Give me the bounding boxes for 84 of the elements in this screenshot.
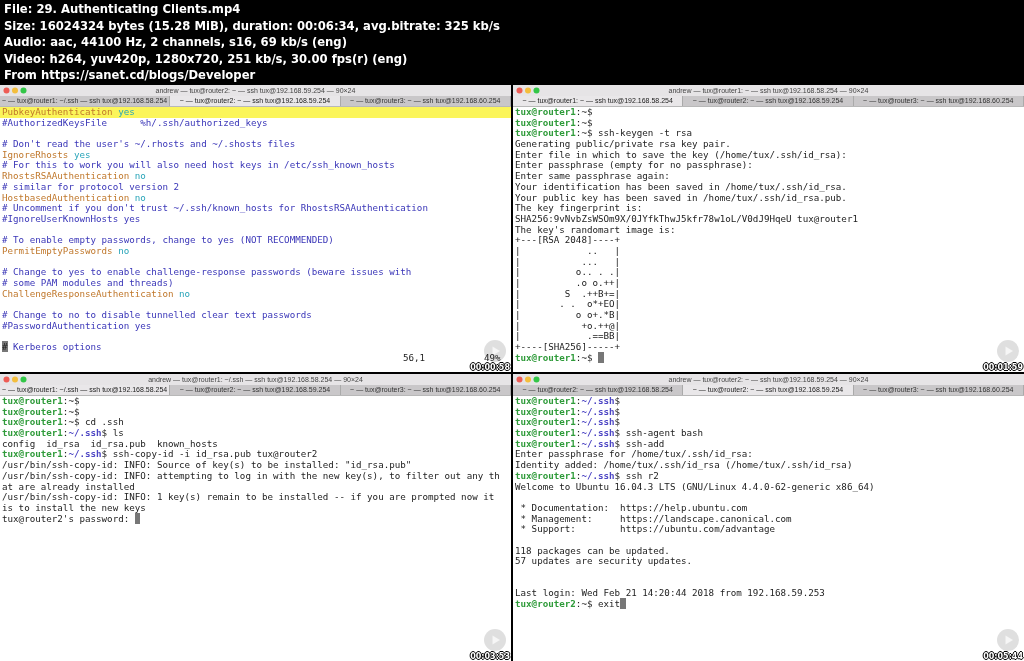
terminal-line: /usr/bin/ssh-copy-id: INFO: attempting to log in with the new key(s), to filter out any th [2, 470, 500, 482]
terminal-line: /usr/bin/ssh-copy-id: INFO: Source of key(s) to be installed: "id_rsa.pub" [2, 460, 412, 471]
terminal-line: tux@router2's password: [2, 513, 141, 525]
terminal-line: tux@router1:~$ cd .ssh [2, 417, 124, 429]
terminal-line: +----[SHA256]-----+ [515, 342, 621, 353]
terminal-line: # Change to no to disable tunnelled clear text passwords [2, 310, 312, 321]
terminal-line: Welcome to Ubuntu 16.04.3 LTS (GNU/Linux 4.4.0-62-generic x86_64) [515, 481, 875, 493]
terminal-line: tux@router1:~/.ssh$ [515, 417, 621, 429]
terminal-line: tux@router1:~/.ssh$ ls [2, 428, 124, 439]
terminal-line: | S .++B+=| [515, 288, 621, 300]
timestamp: 00:03:53 [470, 652, 510, 661]
file-info-line: Video: h264, yuv420p, 1280x720, 251 kb/s, 30.00 fps(r) (eng) [4, 50, 408, 68]
terminal-line: tux@router1:~$ ssh-keygen -t rsa [515, 128, 693, 140]
terminal-line: Identity added: /home/tux/.ssh/id_rsa (/home/tux/.ssh/id_rsa) [515, 460, 853, 471]
terminal-line: | . . o*+EO| [515, 299, 621, 311]
terminal-line: #PasswordAuthentication yes [2, 320, 152, 332]
terminal-line: # Don't read the user's ~/.rhosts and ~/.shosts files [2, 139, 296, 150]
file-info-line: Size: 16024324 bytes (15.28 MiB), duration: 00:06:34, avg.bitrate: 325 kb/s [4, 17, 500, 35]
terminal-line: # similar for protocol version 2 [2, 181, 179, 193]
terminal-line: # For this to work you will also need host keys in /etc/ssh_known_hosts [2, 160, 395, 172]
terminal-line: tux@router2:~$ exit [515, 599, 626, 610]
terminal-line: tux@router1:~/.ssh$ ssh-copy-id -i id_rsa.pub tux@router2 [2, 449, 318, 461]
file-info-line: Audio: aac, 44100 Hz, 2 channels, s16, 69 kb/s (eng) [4, 34, 347, 51]
terminal-line: The key fingerprint is: [515, 203, 643, 214]
terminal-line: Generating public/private rsa key pair. [515, 139, 731, 150]
terminal-line: tux@router1:~$ [515, 352, 604, 364]
terminal-line: SHA256:9vNvbZsWSOm9X/0JYfkThwJ5kfr78w1oL/V0dJ9HqeU tux@router1 [515, 213, 858, 225]
terminal-line: /usr/bin/ssh-copy-id: INFO: 1 key(s) remain to be installed -- if you are prompted now it [2, 492, 495, 503]
file-info-line: File: 29. Authenticating Clients.mp4 [4, 1, 241, 18]
terminal-line: tux@router1:~/.ssh$ [515, 406, 621, 418]
terminal-line: tux@router1:~$ [2, 406, 80, 418]
terminal-line: IgnoreRhosts yes [2, 149, 91, 161]
terminal-line: PermitEmptyPasswords no [2, 245, 130, 257]
file-info-line: From https://sanet.cd/blogs/Developer [4, 67, 256, 84]
terminal-line: # Uncomment if you don't trust ~/.ssh/known_hosts for RhostsRSAAuthentication [2, 203, 428, 214]
terminal-line: Your identification has been saved in /home/tux/.ssh/id_rsa. [515, 181, 847, 193]
terminal-line: # some PAM modules and threads) [2, 278, 174, 289]
terminal-line: # To enable empty passwords, change to yes (NOT RECOMMENDED) [2, 235, 334, 246]
window-controls-icon[interactable] [3, 87, 29, 94]
cursor-position: 56,1 [403, 353, 426, 364]
window-controls-icon[interactable] [516, 87, 542, 94]
timestamp: 00:01:59 [983, 363, 1023, 372]
terminal-line: | .==BB| [515, 331, 621, 343]
terminal-line: * Support: https://ubuntu.com/advantage [519, 524, 775, 535]
terminal-line: tux@router1:~/.ssh$ ssh r2 [515, 470, 659, 482]
terminal-line: tux@router1:~$ [515, 107, 593, 118]
terminal-line: +---[RSA 2048]----+ [515, 235, 621, 246]
terminal-line: | o o+.*B| [515, 310, 621, 321]
terminal-line: HostbasedAuthentication no [2, 192, 146, 204]
terminal-line: at are already installed [2, 481, 135, 493]
terminal-line: | +o.++@| [515, 320, 621, 332]
terminal-line: Enter same passphrase again: [515, 171, 670, 182]
terminal-line: # Kerberos options [2, 342, 102, 353]
timestamp: 00:00:58 [470, 363, 510, 372]
terminal-line: RhostsRSAAuthentication no [2, 171, 146, 182]
terminal-line: ChallengeResponseAuthentication no [2, 288, 191, 300]
terminal-line: | ... | [515, 256, 621, 268]
terminal-line: is to install the new keys [2, 502, 146, 514]
terminal-line: #IgnoreUserKnownHosts yes [2, 213, 141, 225]
terminal-line: 57 updates are security updates. [515, 556, 692, 567]
terminal-line: Last login: Wed Feb 21 14:20:44 2018 from 192.168.59.253 [515, 588, 825, 600]
terminal-line: config id_rsa id_rsa.pub known_hosts [2, 438, 218, 450]
window-controls-icon[interactable] [3, 376, 29, 383]
window-controls-icon[interactable] [516, 376, 542, 383]
terminal-line: * Documentation: https://help.ubuntu.com [519, 502, 748, 514]
terminal-line: Enter file in which to save the key (/home/tux/.ssh/id_rsa): [515, 149, 847, 161]
terminal-line: tux@router1:~/.ssh$ ssh-add [515, 438, 665, 450]
terminal-line: tux@router1:~/.ssh$ ssh-agent bash [515, 428, 704, 439]
terminal-line: | .o o.++| [515, 278, 621, 289]
terminal-line: Your public key has been saved in /home/tux/.ssh/id_rsa.pub. [515, 192, 847, 204]
terminal-line: The key's randomart image is: [515, 224, 676, 236]
timestamp: 00:05:44 [983, 652, 1023, 661]
terminal-line: tux@router1:~/.ssh$ [515, 396, 621, 407]
terminal-line: 118 packages can be updated. [515, 545, 670, 557]
terminal-line: # Change to yes to enable challenge-response passwords (beware issues with [2, 267, 412, 278]
terminal-line: | o.. . .| [515, 267, 621, 278]
terminal-line: #AuthorizedKeysFile %h/.ssh/authorized_keys [2, 117, 268, 129]
terminal-line: * Management: https://landscape.canonical.com [519, 513, 792, 525]
play-icon[interactable] [484, 340, 506, 362]
terminal-line: tux@router1:~$ [515, 117, 593, 129]
terminal-line: tux@router1:~$ [2, 396, 80, 407]
terminal-line: Enter passphrase for /home/tux/.ssh/id_rsa: [515, 449, 753, 461]
terminal-line: Enter passphrase (empty for no passphrase): [515, 160, 753, 172]
terminal-line: | .. | [515, 245, 621, 257]
